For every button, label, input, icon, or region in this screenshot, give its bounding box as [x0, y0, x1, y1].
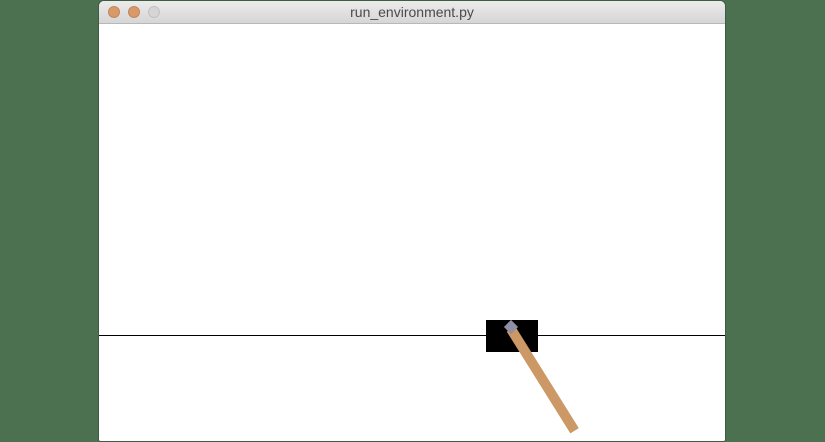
- environment-canvas: [99, 24, 725, 441]
- app-window: run_environment.py: [99, 1, 725, 441]
- cart-track-line: [99, 335, 725, 336]
- window-titlebar[interactable]: run_environment.py: [99, 1, 725, 24]
- window-title: run_environment.py: [350, 4, 474, 20]
- pole: [506, 326, 579, 434]
